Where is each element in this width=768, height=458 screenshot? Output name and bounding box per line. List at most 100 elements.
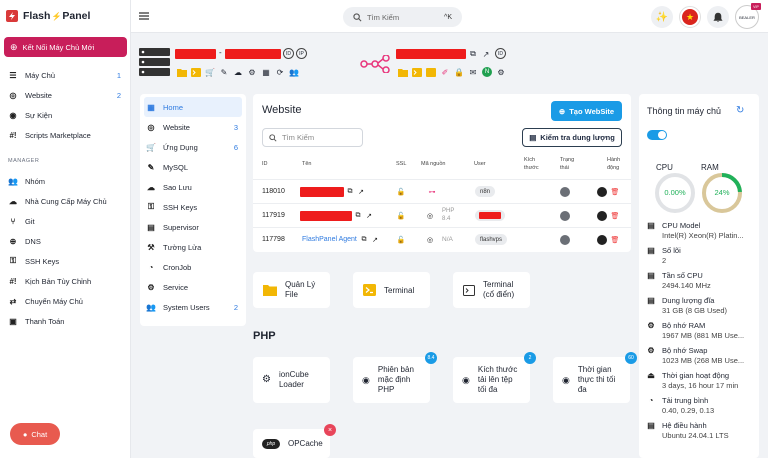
nginx-icon[interactable]: N [482,67,492,77]
app-logo[interactable]: Flash ⚡ Panel [6,10,90,22]
submenu-firewall[interactable]: ⚒ Tường Lửa [140,237,246,257]
external-link-icon[interactable]: ↗ [370,235,380,245]
uptime-icon: ⏏ [647,371,655,380]
users-icon[interactable]: 👥 [289,67,299,77]
id-tag[interactable]: ID [283,48,294,59]
go-arrow-icon[interactable] [597,235,607,245]
submenu-mysql[interactable]: ✎ MySQL [140,157,246,177]
sidebar-item-custom-scripts[interactable]: #! Kịch Bản Tùy Chỉnh [0,271,131,291]
submenu-home[interactable]: ▦ Home [144,97,242,117]
sidebar-item-dns[interactable]: ⊕ DNS [0,231,131,251]
cart-icon[interactable]: 🛒 [205,67,215,77]
submenu-backup[interactable]: ☁ Sao Lưu [140,177,246,197]
terminal-icon[interactable] [191,67,201,77]
sidebar-item-scripts[interactable]: #! Scripts Marketplace [0,125,131,145]
copy-icon[interactable]: ⧉ [359,235,369,245]
info-cpu-freq: ▤ Tần số CPU 2494.140 MHz [646,271,711,291]
table-row[interactable]: 118010 ⧉ ↗ 🔓 ⊶ n8n 🗑 [253,179,631,203]
ip-tag[interactable]: IP [296,48,307,59]
sidebar-item-events[interactable]: ◉ Sự Kiện [0,105,131,125]
copy-icon[interactable]: ⧉ [468,49,478,59]
php-heading: PHP [253,330,276,342]
table-row[interactable]: 117919 ⧉ ↗ 🔓 ◎ PHP 8.4 🗑 [253,203,631,227]
bell-icon [713,12,723,23]
submenu-service[interactable]: ⚙ Service [140,277,246,297]
submenu-cronjob[interactable]: ◔ CronJob [140,257,246,277]
chat-label: Chat [31,429,48,439]
sidebar-item-website[interactable]: ◎ Website 2 [0,85,131,105]
check-usage-label: Kiểm tra dung lượng [540,133,615,142]
wand-button[interactable]: ✨ [651,6,673,28]
refresh-icon[interactable]: ↻ [736,105,744,116]
new-server-label: Kết Nối Máy Chủ Mới [22,42,95,52]
trash-icon[interactable]: 🗑 [610,235,620,245]
ram-value: 24% [714,188,730,197]
feather-icon[interactable]: ✎ [219,67,229,77]
settings-icon[interactable]: ⚙ [496,67,506,77]
submenu-label: MySQL [163,162,189,172]
sidebar-item-providers[interactable]: ☁ Nhà Cung Cấp Máy Chủ [0,191,131,211]
go-arrow-icon[interactable] [597,211,607,221]
file-manager-card[interactable]: Quản Lý File [253,272,330,308]
classic-terminal-card[interactable]: Terminal (cổ điển) [453,272,530,308]
folder-icon[interactable] [398,67,408,77]
server-stack-icon [139,48,170,76]
sidebar-item-groups[interactable]: 👥 Nhóm [0,171,131,191]
submenu-ssh-keys[interactable]: ⚿ SSH Keys [140,197,246,217]
global-search[interactable]: Tìm Kiếm ^K [343,7,462,27]
ioncube-card[interactable]: ⚙ ionCube Loader [253,357,330,403]
memory-icon[interactable]: ▦ [261,67,271,77]
language-button[interactable]: ★ [679,6,701,28]
submenu-supervisor[interactable]: ▤ Supervisor [140,217,246,237]
cart-icon: 🛒 [146,142,156,152]
copy-icon[interactable]: ⧉ [345,187,355,197]
redacted-name [300,187,344,197]
cloud-upload-icon[interactable]: ☁ [233,67,243,77]
submenu-label: System Users [163,302,210,312]
info-value: 31 GB (8 GB Used) [662,306,728,315]
auto-refresh-toggle[interactable] [647,130,667,140]
lock-icon[interactable]: 🔒 [454,67,464,77]
go-arrow-icon[interactable] [597,187,607,197]
trash-icon[interactable]: 🗑 [610,187,620,197]
notifications-button[interactable] [707,6,729,28]
ioncube-label: ionCube Loader [279,370,309,390]
chat-button[interactable]: ● Chat [10,423,60,445]
submenu-website[interactable]: ◎ Website 3 [140,117,246,137]
terminal-card[interactable]: Terminal [353,272,430,308]
check-usage-button[interactable]: ▤ Kiểm tra dung lượng [522,128,622,147]
website-search-input[interactable]: Tìm Kiếm [262,128,363,147]
create-website-button[interactable]: ⊕ Tạo WebSite [551,101,622,121]
php-version-card[interactable]: ◉ Phiên bản mặc định PHP [353,357,430,403]
terminal-icon[interactable] [412,67,422,77]
submenu-system-users[interactable]: 👥 System Users 2 [140,297,246,317]
gear-icon[interactable]: ⚙ [247,67,257,77]
sidebar-item-billing[interactable]: ▣ Thanh Toán [0,311,131,331]
external-link-icon[interactable]: ↗ [356,187,366,197]
hamburger-menu-icon[interactable] [139,12,149,20]
user-pill [475,210,505,221]
paint-icon[interactable]: ✐ [440,67,450,77]
refresh-gear-icon[interactable]: ⟳ [275,67,285,77]
table-row[interactable]: 117798 FlashPanel Agent ⧉ ↗ 🔓 ◎ N/A flas… [253,227,631,251]
submenu-apps[interactable]: 🛒 Ứng Dụng 6 [140,137,246,157]
sidebar-item-servers[interactable]: ☰ Máy Chủ 1 [0,65,131,85]
trash-icon[interactable]: 🗑 [610,211,620,221]
exec-time-card[interactable]: ◉ Thời gian thực thi tối đa [553,357,630,403]
copy-icon[interactable]: ⧉ [353,211,363,221]
sidebar-item-transfer[interactable]: ⇄ Chuyển Máy Chủ [0,291,131,311]
sidebar-item-ssh-keys[interactable]: ⚿ SSH Keys [0,251,131,271]
external-link-icon[interactable]: ↗ [364,211,374,221]
image-icon[interactable] [426,67,436,77]
website-id-tag[interactable]: ID [495,48,506,59]
mail-icon[interactable]: ✉ [468,67,478,77]
new-server-button[interactable]: ⊕ Kết Nối Máy Chủ Mới [4,37,127,57]
upload-size-card[interactable]: ◉ Kích thước tải lên tệp tối đa [453,357,530,403]
sidebar-item-git[interactable]: ⑂ Git [0,211,131,231]
external-link-icon[interactable]: ↗ [481,49,491,59]
opcache-card[interactable]: php OPCache [253,429,330,458]
event-icon: ◉ [9,110,17,120]
col-status-line1: Trạng [560,157,575,163]
folder-icon[interactable] [177,67,187,77]
website-name-link[interactable]: FlashPanel Agent [302,236,357,243]
